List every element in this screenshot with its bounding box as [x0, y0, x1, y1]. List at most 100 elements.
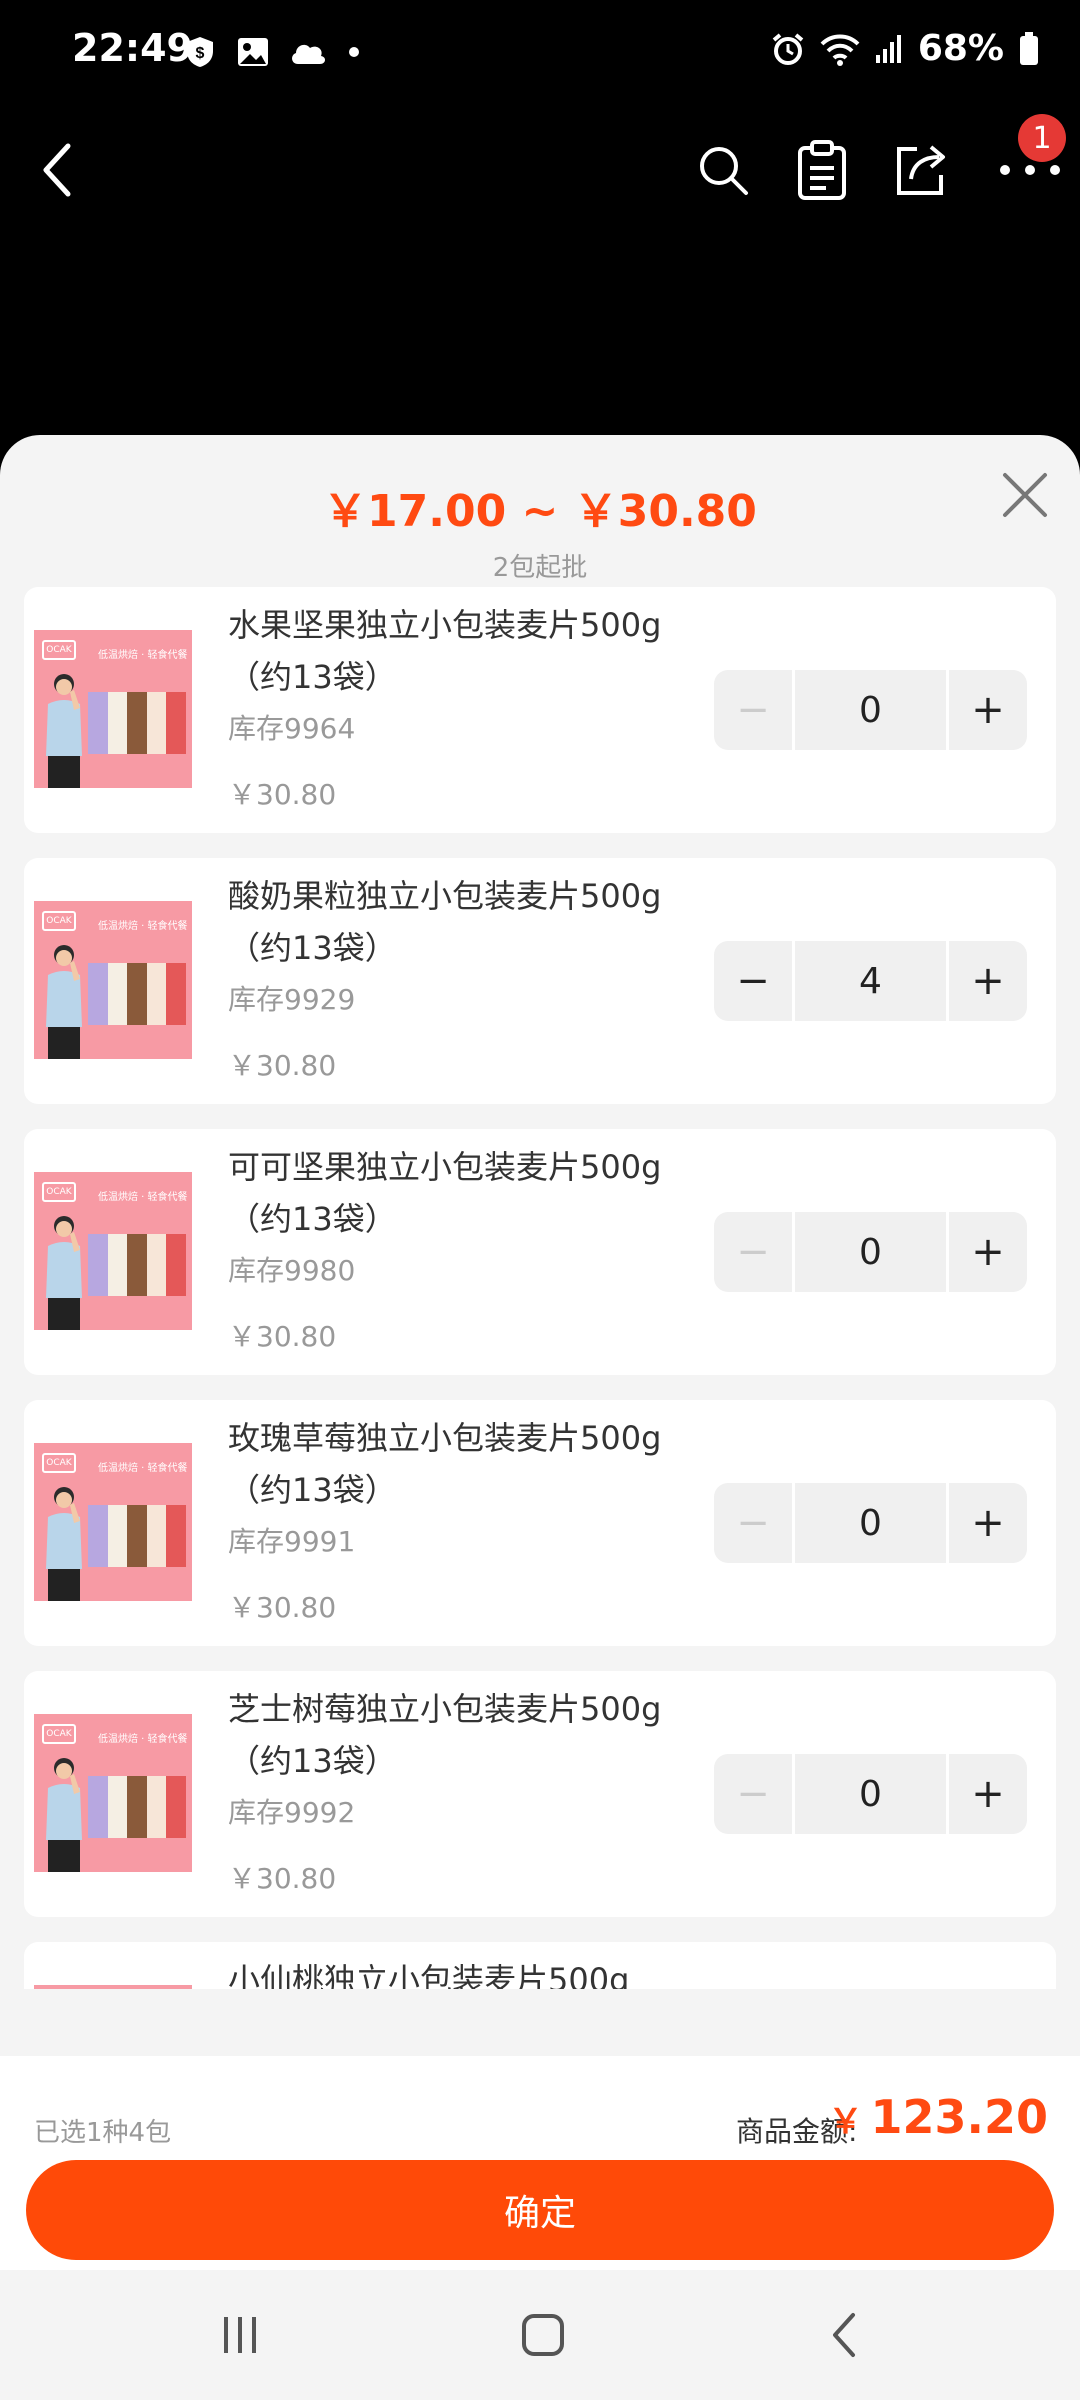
model-figure: [46, 945, 82, 1059]
more-icon: [1000, 165, 1060, 175]
product-title-line: 可可坚果独立小包装麦片500g: [228, 1148, 662, 1186]
recents-button[interactable]: [205, 2300, 275, 2370]
product-card[interactable]: OCAK 低温烘焙 · 轻食代餐 芝士树莓独立小包装麦片500g （约13袋） 库存99…: [24, 1671, 1056, 1917]
increase-quantity-button[interactable]: +: [949, 1483, 1027, 1563]
top-navigation: [0, 110, 1080, 230]
product-packs: [88, 692, 186, 754]
product-stock: 库存9992: [228, 1796, 356, 1829]
confirm-button[interactable]: 确定: [26, 2160, 1054, 2260]
quantity-stepper[interactable]: −4 +: [714, 941, 1030, 1021]
product-card[interactable]: OCAK 低温烘焙 · 轻食代餐 玫瑰草莓独立小包装麦片500g （约13袋） 库存99…: [24, 1400, 1056, 1646]
product-thumbnail: OCAK 低温烘焙 · 轻食代餐: [34, 1443, 192, 1601]
quantity-input[interactable]: 0: [795, 1212, 946, 1292]
product-thumbnail: OCAK 低温烘焙 · 轻食代餐: [34, 1172, 192, 1330]
product-stock: 库存9929: [228, 983, 356, 1016]
product-title-line: 水果坚果独立小包装麦片500g: [228, 606, 662, 644]
product-card[interactable]: OCAK 低温烘焙 · 轻食代餐 酸奶果粒独立小包装麦片500g （约13袋） 库存99…: [24, 858, 1056, 1104]
product-packs: [88, 1776, 186, 1838]
product-title-line: 玫瑰草莓独立小包装麦片500g: [228, 1419, 662, 1457]
product-thumbnail: OCAK 低温烘焙 · 轻食代餐: [34, 1714, 192, 1872]
status-time: 22:49: [72, 26, 193, 70]
system-navigation-bar: [0, 2270, 1080, 2400]
thumbnail-tagline: 低温烘焙 · 轻食代餐: [98, 1192, 188, 1203]
increase-quantity-button[interactable]: +: [949, 1212, 1027, 1292]
status-bar: 22:49 $ 68%: [0, 0, 1080, 110]
product-card[interactable]: OCAK 低温烘焙 · 轻食代餐 可可坚果独立小包装麦片500g （约13袋） 库存99…: [24, 1129, 1056, 1375]
back-button[interactable]: [18, 130, 98, 210]
quantity-input[interactable]: 4: [795, 941, 946, 1021]
clipboard-icon: [798, 140, 846, 200]
brand-logo: OCAK: [42, 1182, 76, 1202]
battery-icon: [1020, 31, 1038, 65]
brand-logo: OCAK: [42, 640, 76, 660]
decrease-quantity-button[interactable]: −: [714, 1483, 792, 1563]
increase-quantity-button[interactable]: +: [949, 670, 1027, 750]
product-title-line: （约13袋）: [228, 1742, 397, 1780]
clipboard-button[interactable]: [782, 130, 862, 210]
svg-text:$: $: [196, 45, 205, 62]
increase-quantity-button[interactable]: +: [949, 941, 1027, 1021]
price-range: ￥17.00 ~ ￥30.80: [323, 486, 757, 537]
share-button[interactable]: [880, 130, 960, 210]
product-thumbnail: OCAK 低温烘焙 · 轻食代餐: [34, 901, 192, 1059]
quantity-input[interactable]: 0: [795, 1754, 946, 1834]
quantity-stepper[interactable]: −0 +: [714, 1483, 1030, 1563]
quantity-input[interactable]: 0: [795, 670, 946, 750]
product-card[interactable]: OCAK 低温烘焙 · 轻食代餐 水果坚果独立小包装麦片500g （约13袋） 库存99…: [24, 587, 1056, 833]
product-price: ￥30.80: [228, 1049, 337, 1082]
notification-badge: 1: [1018, 114, 1066, 162]
thumbnail-tagline: 低温烘焙 · 轻食代餐: [98, 1463, 188, 1474]
brand-logo: OCAK: [42, 1724, 76, 1744]
close-icon: [1003, 473, 1047, 517]
product-list[interactable]: OCAK 低温烘焙 · 轻食代餐 水果坚果独立小包装麦片500g （约13袋） 库存99…: [24, 587, 1056, 1989]
share-icon: [897, 145, 945, 195]
status-left-icons: $: [182, 34, 362, 70]
search-icon: [700, 147, 748, 195]
decrease-quantity-button[interactable]: −: [714, 1754, 792, 1834]
close-button[interactable]: [995, 465, 1055, 525]
product-title: 玫瑰草莓独立小包装麦片500g （约13袋）: [228, 1412, 708, 1516]
signal-icon: [875, 34, 901, 63]
model-figure: [46, 674, 82, 788]
home-button[interactable]: [508, 2300, 578, 2370]
quantity-stepper[interactable]: −0 +: [714, 1754, 1030, 1834]
brand-logo: OCAK: [42, 911, 76, 931]
increase-quantity-button[interactable]: +: [949, 1754, 1027, 1834]
product-title: 小仙桃独立小包装麦片500g（约13袋）: [228, 1954, 708, 1989]
product-stock: 库存9991: [228, 1525, 356, 1558]
product-title-line: （约13袋）: [228, 929, 397, 967]
model-figure: [46, 1758, 82, 1872]
product-title: 芝士树莓独立小包装麦片500g （约13袋）: [228, 1683, 708, 1787]
system-back-button[interactable]: [810, 2300, 880, 2370]
decrease-quantity-button[interactable]: −: [714, 941, 792, 1021]
alarm-icon: [772, 32, 804, 65]
product-title: 酸奶果粒独立小包装麦片500g （约13袋）: [228, 870, 708, 974]
selected-count: 已选1种4包: [34, 2118, 172, 2148]
quantity-stepper[interactable]: −0 +: [714, 670, 1030, 750]
model-figure: [46, 1216, 82, 1330]
product-card[interactable]: OCAK低温烘焙 · 轻食代餐小仙桃独立小包装麦片500g（约13袋）−0+: [24, 1942, 1056, 1989]
product-title: 可可坚果独立小包装麦片500g （约13袋）: [228, 1141, 708, 1245]
shield-dollar-icon: $: [187, 37, 213, 67]
quantity-stepper[interactable]: −0 +: [714, 1212, 1030, 1292]
product-price: ￥30.80: [228, 1320, 337, 1353]
product-stock: 库存9980: [228, 1254, 356, 1287]
product-title: 水果坚果独立小包装麦片500g （约13袋）: [228, 599, 708, 703]
cloud-icon: [292, 44, 326, 64]
product-price: ￥30.80: [228, 1862, 337, 1895]
product-price: ￥30.80: [228, 1591, 337, 1624]
battery-percent: 68%: [917, 28, 1004, 69]
decrease-quantity-button[interactable]: −: [714, 1212, 792, 1292]
search-button[interactable]: [683, 130, 763, 210]
brand-logo: OCAK: [42, 1453, 76, 1473]
total-amount: ￥ 123.20: [828, 2090, 1048, 2144]
thumbnail-tagline: 低温烘焙 · 轻食代餐: [98, 650, 188, 661]
product-title-line: 芝士树莓独立小包装麦片500g: [228, 1690, 662, 1728]
product-stock: 库存9964: [228, 712, 356, 745]
thumbnail-tagline: 低温烘焙 · 轻食代餐: [98, 921, 188, 932]
quantity-input[interactable]: 0: [795, 1483, 946, 1563]
product-packs: [88, 1505, 186, 1567]
model-figure: [46, 1487, 82, 1601]
decrease-quantity-button[interactable]: −: [714, 670, 792, 750]
image-icon: [238, 38, 268, 66]
